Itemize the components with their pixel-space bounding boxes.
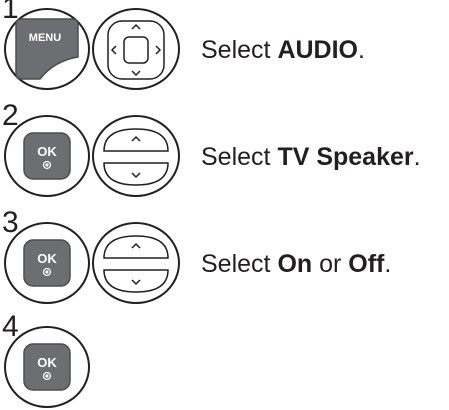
ok-key-icon[interactable]: OK xyxy=(22,342,72,392)
ok-key-icon[interactable]: OK xyxy=(22,131,72,181)
step-1-instruction: Select AUDIO. xyxy=(201,36,365,64)
ok-key-icon[interactable]: OK xyxy=(22,238,72,288)
menu-key-label: MENU xyxy=(29,32,61,44)
step-3: 3 OK Select On or Off. xyxy=(0,208,449,304)
ok-key-label: OK xyxy=(37,144,57,159)
step-4: 4 OK xyxy=(0,312,449,408)
step-3-instruction: Select On or Off. xyxy=(201,250,392,278)
step-2: 2 OK Select TV Speaker. xyxy=(0,101,449,197)
four-way-navigation-icon[interactable] xyxy=(100,15,172,85)
step-2-instruction: Select TV Speaker. xyxy=(201,143,421,171)
up-down-navigation-icon[interactable] xyxy=(100,121,172,193)
up-down-navigation-icon[interactable] xyxy=(100,228,172,300)
ok-key-label: OK xyxy=(37,251,57,266)
menu-key-icon[interactable]: MENU xyxy=(14,17,80,81)
ok-key-label: OK xyxy=(37,355,57,370)
step-1: 1 MENU Select AUDIO. xyxy=(0,0,449,90)
